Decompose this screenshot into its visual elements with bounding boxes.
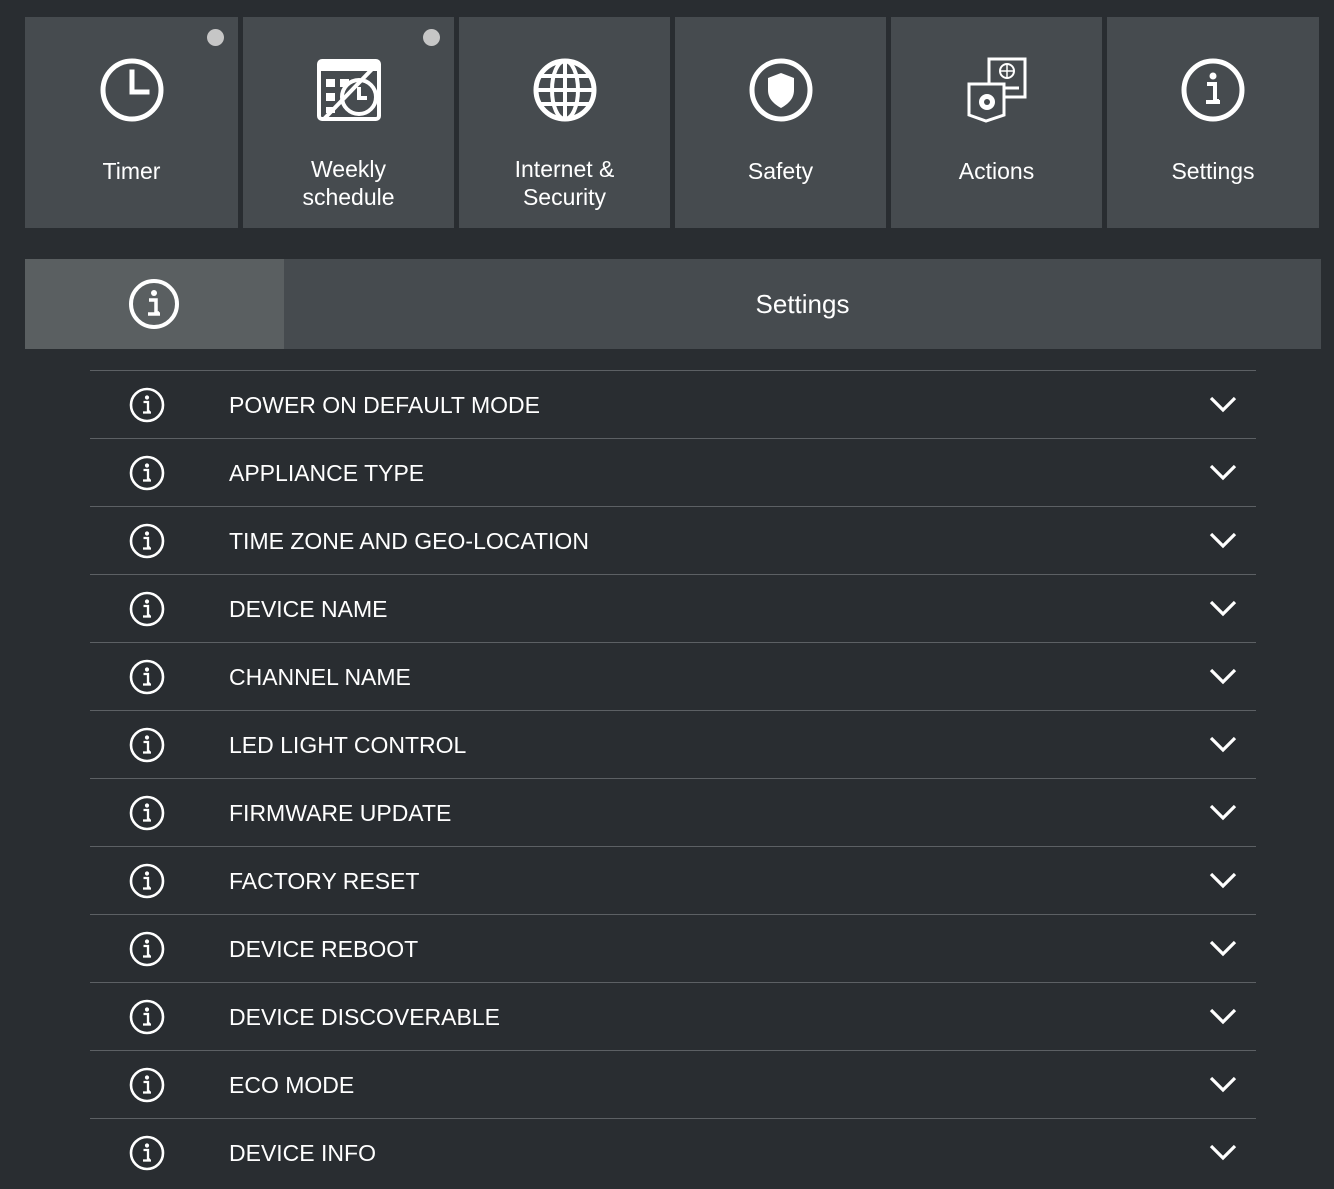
actions-icon	[967, 57, 1026, 123]
info-icon[interactable]	[129, 659, 165, 695]
globe-icon	[533, 58, 596, 122]
settings-row-label: POWER ON DEFAULT MODE	[229, 392, 540, 418]
info-icon	[1181, 58, 1245, 122]
settings-row-label: ECO MODE	[229, 1072, 355, 1098]
settings-row-label: LED LIGHT CONTROL	[229, 732, 467, 758]
tile-safety-label: Safety	[675, 157, 886, 185]
clock-icon	[100, 58, 163, 122]
settings-row-device-reboot[interactable]: DEVICE REBOOT	[90, 914, 1256, 982]
tile-settings[interactable]: Settings	[1107, 17, 1319, 228]
chevron-down-icon[interactable]	[1208, 801, 1238, 823]
chevron-down-icon[interactable]	[1208, 733, 1238, 755]
chevron-down-icon[interactable]	[1208, 393, 1238, 415]
tile-internet-security-label: Internet & Security	[459, 155, 670, 211]
chevron-down-icon[interactable]	[1208, 597, 1238, 619]
info-icon[interactable]	[129, 387, 165, 423]
info-icon[interactable]	[129, 455, 165, 491]
settings-row-time-zone-and-geo-location[interactable]: TIME ZONE AND GEO-LOCATION	[90, 506, 1256, 574]
tile-safety-label-line: Safety	[747, 158, 814, 184]
tile-timer-label-line: Timer	[102, 158, 161, 184]
info-icon	[129, 279, 179, 329]
info-icon[interactable]	[129, 591, 165, 627]
settings-row-label: DEVICE REBOOT	[229, 936, 419, 962]
tile-settings-label-line: Settings	[1171, 158, 1255, 184]
feature-tiles: Timer Weekly schedule Internet & Securit…	[25, 17, 1319, 228]
tile-timer-indicator	[207, 29, 224, 46]
tile-weekly-schedule-label-line-2: schedule	[302, 184, 395, 210]
tile-timer[interactable]: Timer	[25, 17, 238, 228]
settings-row-led-light-control[interactable]: LED LIGHT CONTROL	[90, 710, 1256, 778]
chevron-down-icon[interactable]	[1208, 461, 1238, 483]
tile-actions[interactable]: Actions	[891, 17, 1102, 228]
chevron-down-icon[interactable]	[1208, 1005, 1238, 1027]
info-icon[interactable]	[129, 727, 165, 763]
settings-row-label: DEVICE DISCOVERABLE	[229, 1004, 500, 1030]
settings-row-device-discoverable[interactable]: DEVICE DISCOVERABLE	[90, 982, 1256, 1050]
chevron-down-icon[interactable]	[1208, 1141, 1238, 1163]
info-icon[interactable]	[129, 1135, 165, 1171]
tile-weekly-schedule-label: Weekly schedule	[243, 155, 454, 211]
settings-row-label: DEVICE NAME	[229, 596, 388, 622]
info-icon[interactable]	[129, 1067, 165, 1103]
tile-weekly-schedule-indicator	[423, 29, 440, 46]
settings-row-label: CHANNEL NAME	[229, 664, 411, 690]
settings-row-eco-mode[interactable]: ECO MODE	[90, 1050, 1256, 1118]
settings-row-label: TIME ZONE AND GEO-LOCATION	[229, 528, 589, 554]
settings-row-label: DEVICE INFO	[229, 1140, 376, 1166]
settings-row-label: APPLIANCE TYPE	[229, 460, 425, 486]
info-icon[interactable]	[129, 795, 165, 831]
section-title: Settings	[755, 289, 850, 319]
chevron-down-icon[interactable]	[1208, 869, 1238, 891]
section-icon-box	[25, 259, 284, 349]
calendar-icon	[316, 59, 381, 121]
tile-timer-label: Timer	[25, 157, 238, 185]
tile-actions-label: Actions	[891, 157, 1102, 185]
chevron-down-icon[interactable]	[1208, 529, 1238, 551]
chevron-down-icon[interactable]	[1208, 665, 1238, 687]
info-icon[interactable]	[129, 999, 165, 1035]
tile-internet-security-label-line-2: Security	[522, 184, 607, 210]
info-icon[interactable]	[129, 931, 165, 967]
settings-list: POWER ON DEFAULT MODE APPLIANCE TYPE TIME …	[90, 370, 1256, 1186]
info-icon[interactable]	[129, 523, 165, 559]
tile-actions-label-line: Actions	[958, 158, 1035, 184]
settings-row-device-name[interactable]: DEVICE NAME	[90, 574, 1256, 642]
settings-row-power-on-default-mode[interactable]: POWER ON DEFAULT MODE	[90, 370, 1256, 438]
tile-internet-security-label-line-1: Internet &	[514, 156, 615, 182]
shield-icon	[749, 58, 812, 122]
info-icon[interactable]	[129, 863, 165, 899]
settings-row-factory-reset[interactable]: FACTORY RESET	[90, 846, 1256, 914]
tile-internet-security[interactable]: Internet & Security	[459, 17, 670, 228]
tile-settings-label: Settings	[1107, 157, 1319, 185]
settings-row-firmware-update[interactable]: FIRMWARE UPDATE	[90, 778, 1256, 846]
tile-weekly-schedule[interactable]: Weekly schedule	[243, 17, 454, 228]
settings-row-device-info[interactable]: DEVICE INFO	[90, 1118, 1256, 1186]
settings-row-appliance-type[interactable]: APPLIANCE TYPE	[90, 438, 1256, 506]
tile-weekly-schedule-label-line-1: Weekly	[311, 156, 386, 182]
section-header: Settings	[25, 259, 1321, 349]
settings-row-label: FIRMWARE UPDATE	[229, 800, 452, 826]
chevron-down-icon[interactable]	[1208, 937, 1238, 959]
tile-safety[interactable]: Safety	[675, 17, 886, 228]
settings-row-label: FACTORY RESET	[229, 868, 420, 894]
chevron-down-icon[interactable]	[1208, 1073, 1238, 1095]
settings-row-channel-name[interactable]: CHANNEL NAME	[90, 642, 1256, 710]
